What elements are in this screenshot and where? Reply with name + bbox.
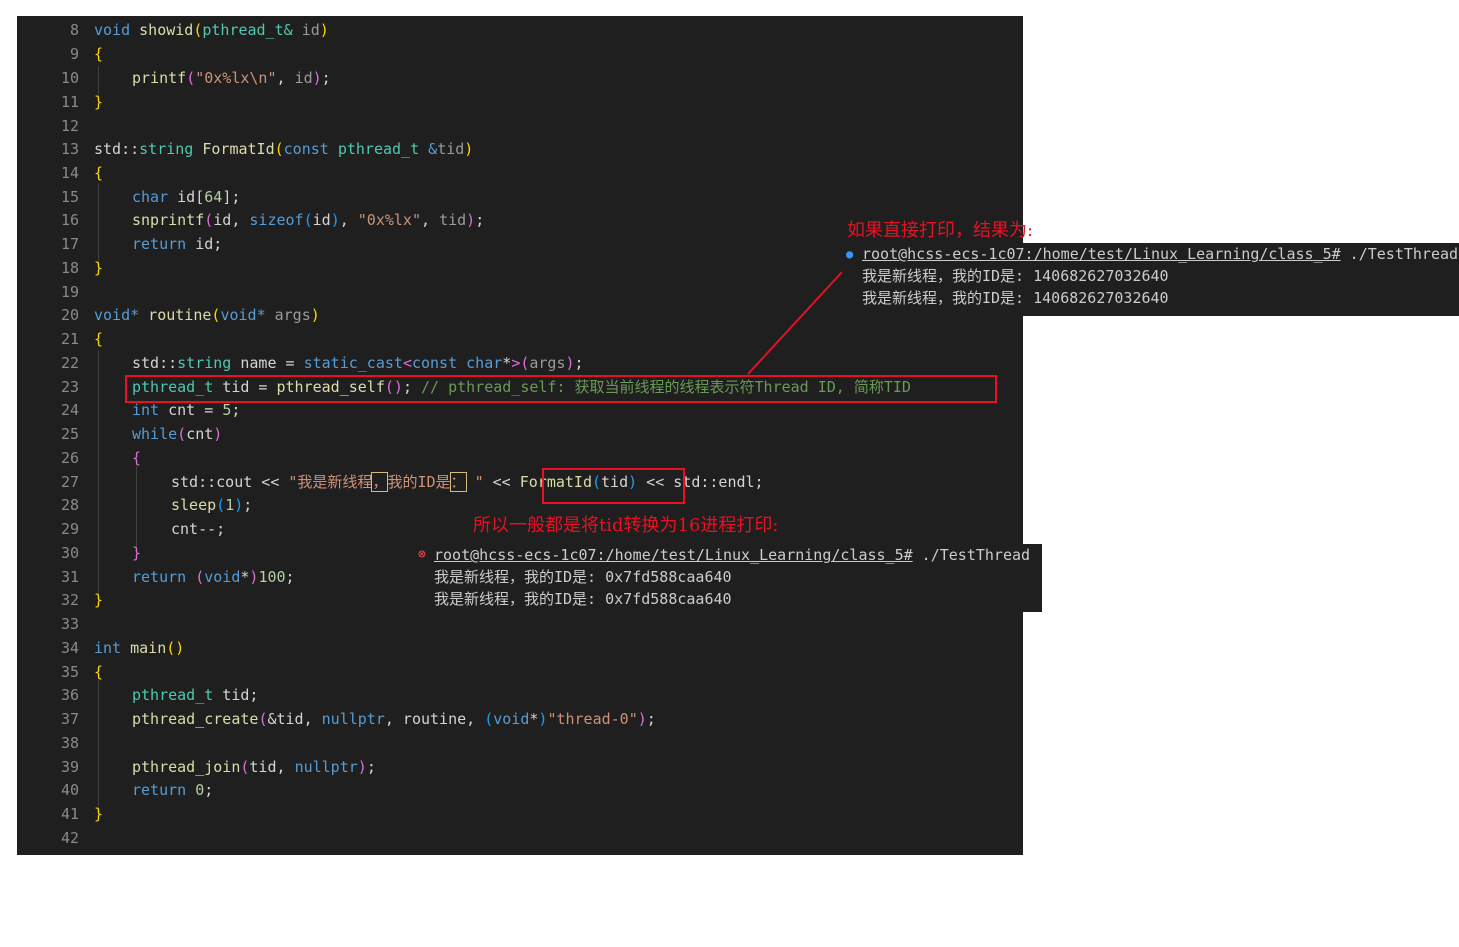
terminal-command: ./TestThread (912, 546, 1031, 564)
terminal-output-line: 我是新线程，我的ID是: 140682627032640 (862, 289, 1169, 307)
terminal-output-decimal: ● root@hcss-ecs-1c07:/home/test/Linux_Le… (842, 243, 1459, 316)
terminal-output-line: 我是新线程，我的ID是: 0x7fd588caa640 (434, 568, 732, 586)
annotation-direct-print: 如果直接打印，结果为: (847, 220, 1034, 241)
status-error-icon: ⊗ (418, 547, 426, 562)
terminal-prompt-row: ⊗ root@hcss-ecs-1c07:/home/test/Linux_Le… (414, 544, 1042, 566)
terminal-output-hex: ⊗ root@hcss-ecs-1c07:/home/test/Linux_Le… (414, 544, 1042, 612)
arrow-line (747, 271, 843, 375)
status-dot-icon: ● (846, 247, 854, 261)
terminal-prompt-row: ● root@hcss-ecs-1c07:/home/test/Linux_Le… (842, 243, 1459, 265)
terminal-prompt: root@hcss-ecs-1c07:/home/test/Linux_Lear… (862, 245, 1341, 263)
annotation-arrow (747, 271, 843, 375)
terminal-command: ./TestThread (1340, 245, 1459, 263)
terminal-output-line: 我是新线程，我的ID是: 0x7fd588caa640 (434, 590, 732, 608)
terminal-prompt: root@hcss-ecs-1c07:/home/test/Linux_Lear… (434, 546, 913, 564)
annotation-hex-print: 所以一般都是将tid转换为16进程打印: (473, 515, 779, 536)
terminal-output-line: 我是新线程，我的ID是: 140682627032640 (862, 267, 1169, 285)
